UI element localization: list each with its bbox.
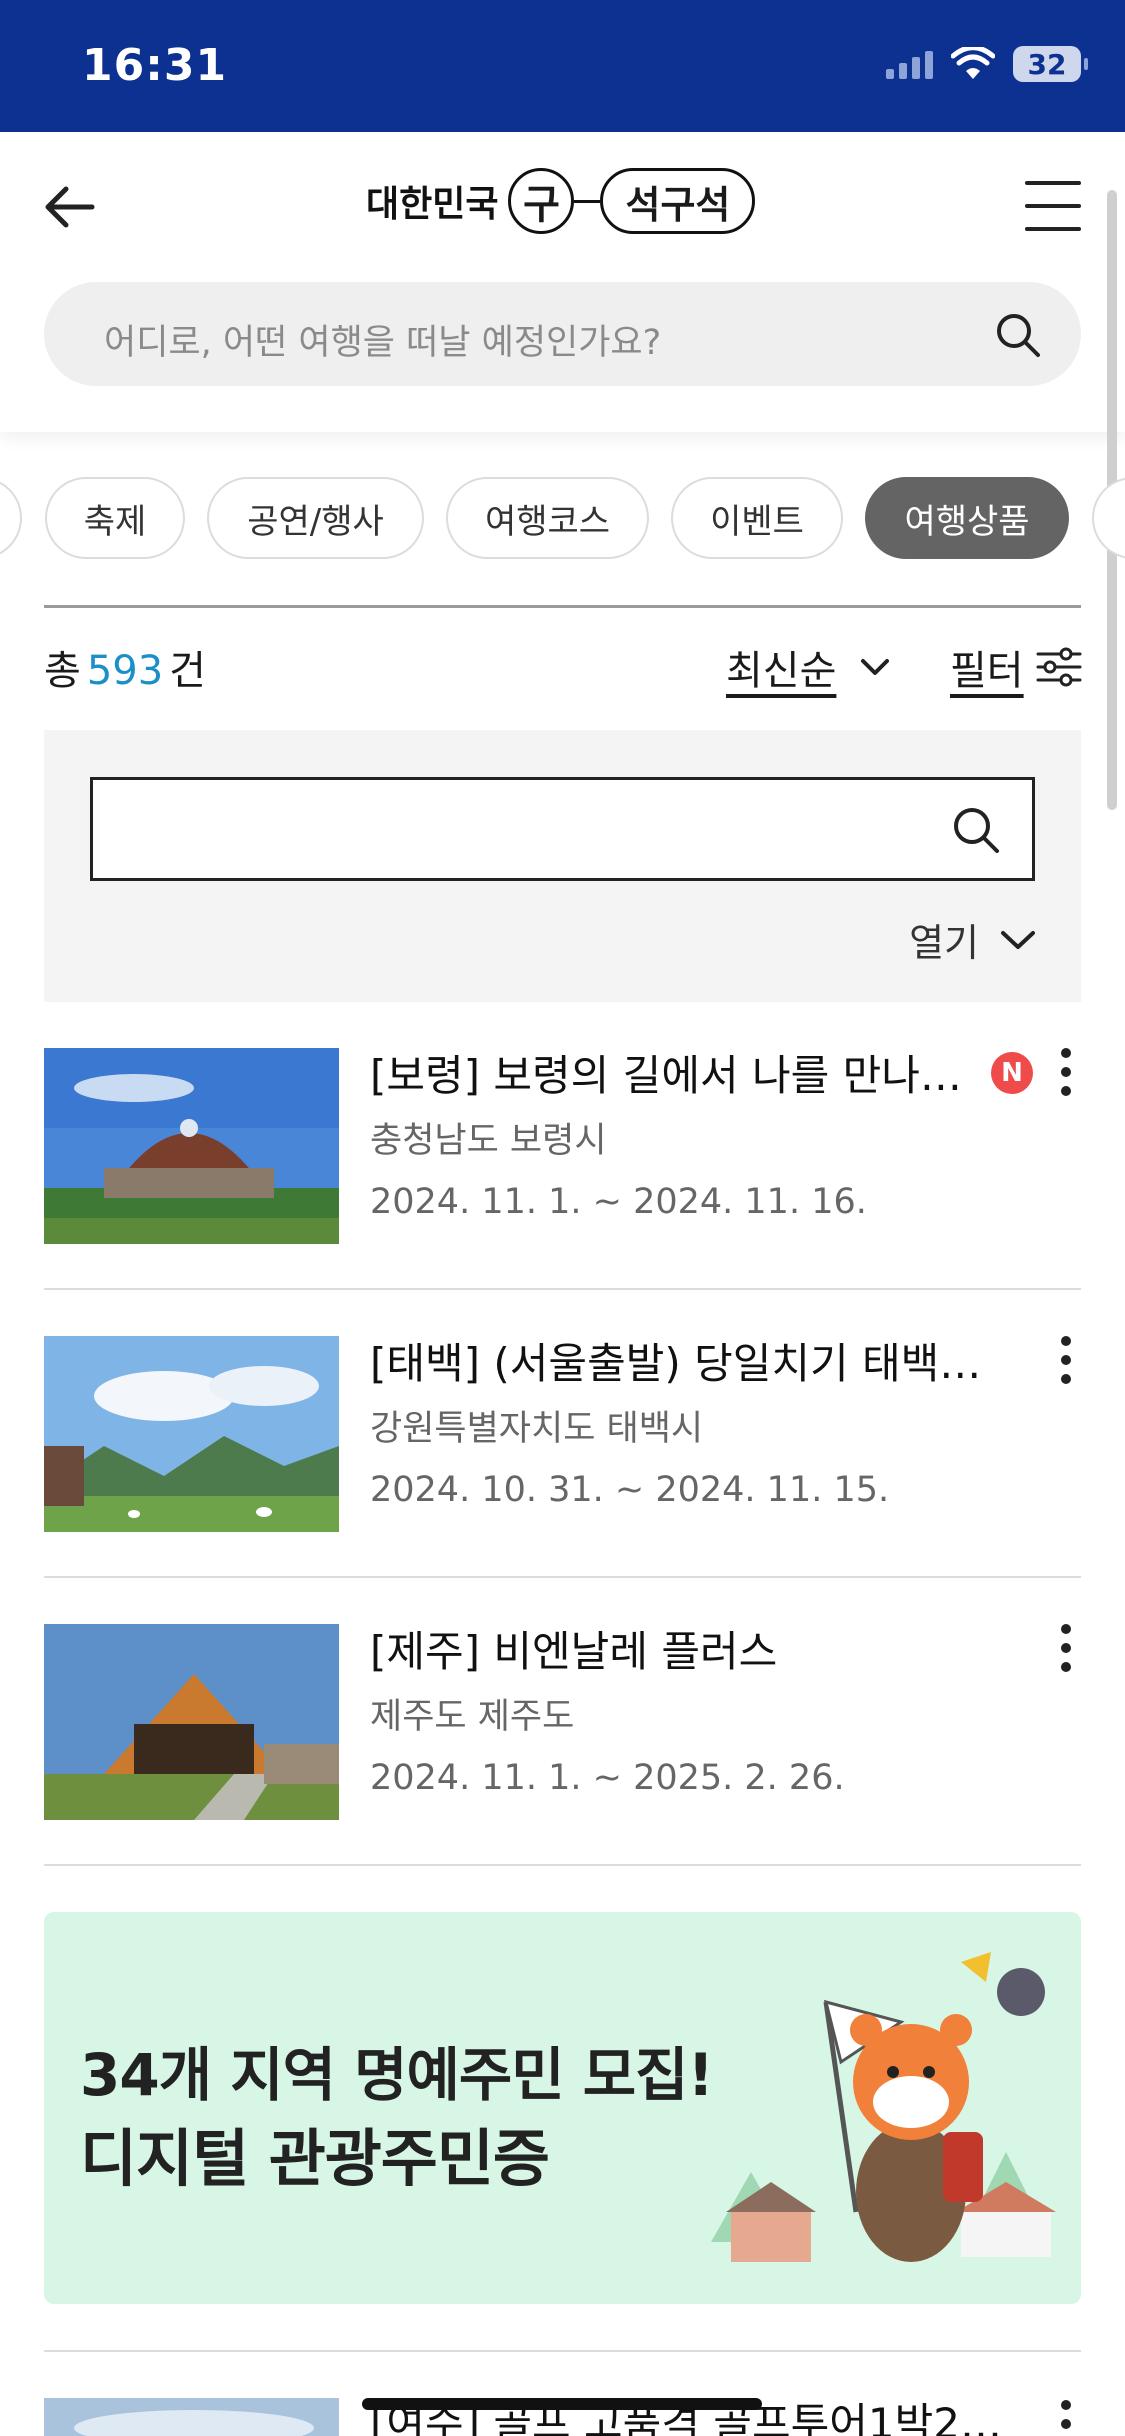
status-bar: 16:31 32	[0, 0, 1125, 132]
item-title[interactable]: [여수] 골프 고품격 골프투어1박2일 여행	[370, 2390, 1040, 2436]
search-icon[interactable]	[950, 804, 1002, 856]
global-search-input[interactable]: 어디로, 어떤 여행을 떠날 예정인가요?	[44, 282, 1081, 386]
chip-performance[interactable]: 공연/행사	[207, 477, 424, 559]
status-icons: 32	[886, 46, 1088, 82]
logo-circle: 구	[508, 168, 575, 234]
banner-headline: 34개 지역 명예주민 모집!	[80, 2041, 714, 2109]
divider	[44, 605, 1081, 608]
filter-label: 필터	[950, 648, 1024, 694]
item-date: 2024. 11. 1. ~ 2025. 2. 26.	[370, 1758, 845, 1798]
item-thumbnail[interactable]	[44, 1048, 339, 1244]
item-title[interactable]: [제주] 비엔날레 플러스	[370, 1618, 985, 1679]
chevron-down-icon	[861, 659, 890, 675]
promo-banner[interactable]: 34개 지역 명예주민 모집! 디지털 관광주민증	[44, 1912, 1081, 2304]
chip-event[interactable]: 이벤트	[671, 477, 843, 559]
total-count: 593	[86, 648, 164, 694]
chip-partial-right[interactable]	[1092, 477, 1125, 559]
logo-pill: 석구석	[600, 168, 756, 234]
item-region: 강원특별자치도 태백시	[370, 1409, 704, 1449]
header: 대한민국 구 석구석 어디로, 어떤 여행을 떠날 예정인가요?	[0, 132, 1125, 432]
item-thumbnail[interactable]	[44, 2398, 339, 2436]
status-time: 16:31	[82, 40, 228, 91]
new-badge: N	[991, 1052, 1033, 1094]
battery-icon: 32	[1013, 46, 1088, 82]
list-item[interactable]: [보령] 보령의 길에서 나를 만나는 시간 N 충청남도 보령시 2024. …	[44, 1002, 1081, 1290]
list-item[interactable]: [태백] (서울출발) 당일치기 태백 힐링 여행 강원특별자치도 태백시 20…	[44, 1290, 1081, 1578]
back-arrow-icon[interactable]	[40, 177, 100, 237]
banner-subheadline: 디지털 관광주민증	[80, 2122, 550, 2195]
total-prefix: 총	[44, 648, 81, 694]
item-thumbnail[interactable]	[44, 1336, 339, 1532]
sort-label: 최신순	[726, 648, 837, 694]
item-title[interactable]: [보령] 보령의 길에서 나를 만나는 시간	[370, 1042, 985, 1103]
wifi-icon	[951, 47, 995, 79]
open-toggle-label: 열기	[909, 921, 979, 965]
total-suffix: 건	[169, 648, 206, 694]
site-logo[interactable]: 대한민국 구 석구석	[366, 168, 756, 234]
search-icon[interactable]	[993, 310, 1043, 360]
keyword-search-input[interactable]	[90, 777, 1035, 881]
keyword-filter-panel: 열기	[44, 730, 1081, 1002]
result-total: 총 593 건	[44, 638, 206, 696]
logo-connector	[574, 199, 601, 203]
chip-travel-course[interactable]: 여행코스	[446, 477, 649, 559]
hamburger-menu-icon[interactable]	[1025, 178, 1081, 234]
item-thumbnail[interactable]	[44, 1624, 339, 1820]
chip-travel-product[interactable]: 여행상품	[865, 477, 1069, 559]
item-region: 제주도 제주도	[370, 1697, 575, 1737]
panel-open-toggle[interactable]: 열기	[909, 912, 1037, 967]
list-item[interactable]: [제주] 비엔날레 플러스 제주도 제주도 2024. 11. 1. ~ 202…	[44, 1578, 1081, 1866]
item-date: 2024. 11. 1. ~ 2024. 11. 16.	[370, 1182, 867, 1222]
sort-dropdown[interactable]: 최신순	[726, 638, 890, 696]
chevron-down-icon	[1001, 930, 1035, 949]
more-options-icon[interactable]	[1051, 1332, 1081, 1388]
banner-mascot-illustration	[711, 1952, 1056, 2262]
home-indicator	[362, 2398, 762, 2410]
filter-button[interactable]: 필터	[950, 638, 1082, 696]
more-options-icon[interactable]	[1051, 1620, 1081, 1676]
item-region: 충청남도 보령시	[370, 1121, 607, 1161]
chip-partial-left[interactable]	[0, 477, 22, 559]
more-options-icon[interactable]	[1051, 2396, 1081, 2436]
logo-prefix: 대한민국	[366, 184, 499, 225]
item-title[interactable]: [태백] (서울출발) 당일치기 태백 힐링 여행	[370, 1330, 985, 1391]
more-options-icon[interactable]	[1051, 1044, 1081, 1100]
signal-icon	[886, 49, 933, 79]
filter-sliders-icon	[1036, 647, 1082, 687]
divider	[44, 2350, 1081, 2352]
item-date: 2024. 10. 31. ~ 2024. 11. 15.	[370, 1470, 890, 1510]
category-chips: 축제 공연/행사 여행코스 이벤트 여행상품	[0, 477, 1125, 561]
search-placeholder: 어디로, 어떤 여행을 떠날 예정인가요?	[104, 323, 662, 363]
chip-festival[interactable]: 축제	[45, 477, 185, 559]
